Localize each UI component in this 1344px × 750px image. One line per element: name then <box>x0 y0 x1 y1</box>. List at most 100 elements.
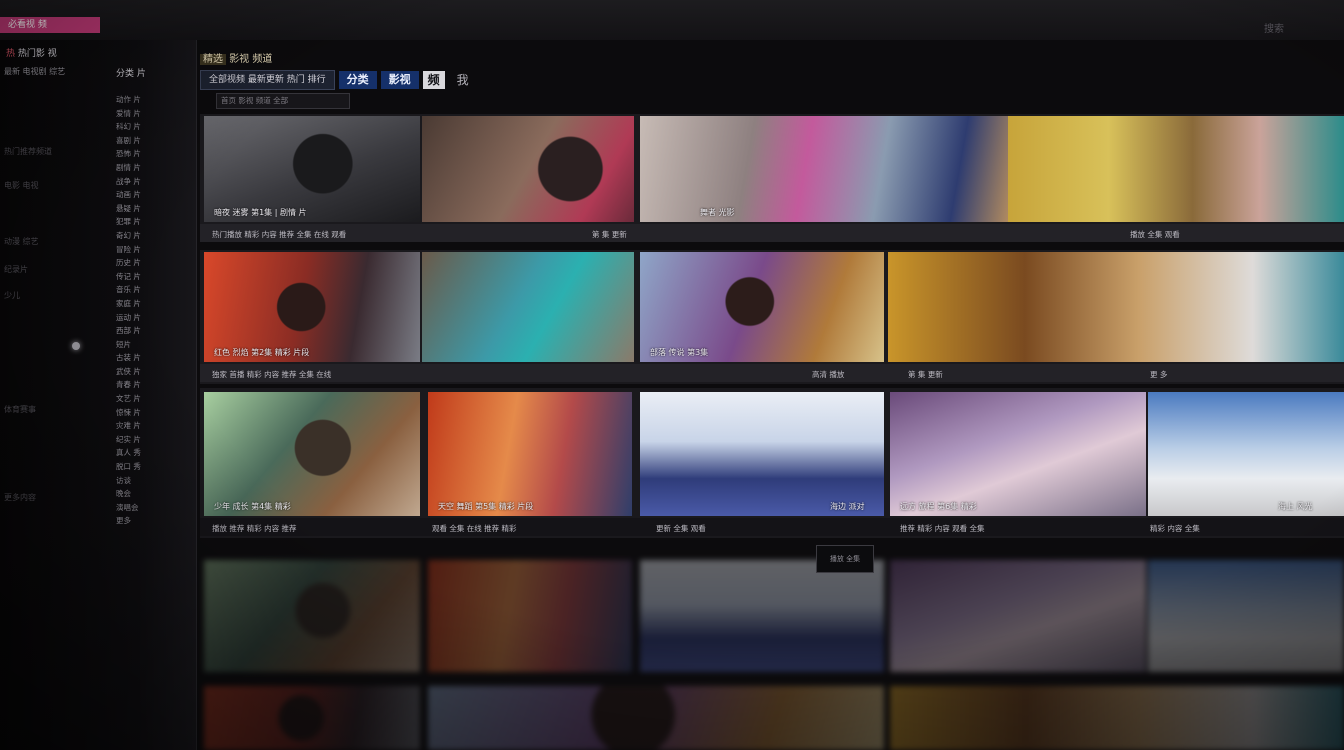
tab-category[interactable]: 分类 <box>338 71 377 89</box>
sidebar-left-text[interactable]: 更多内容 <box>4 492 36 503</box>
video-caption: 少年 成长 第4集 精彩 <box>214 502 291 511</box>
video-meta: 第 集 更新 <box>592 230 627 239</box>
sidebar-item[interactable]: 奇幻 片 <box>116 230 188 244</box>
video-thumbnail[interactable]: 远方 旅程 第6集 精彩 <box>890 392 1146 516</box>
video-row: 暗夜 迷雾 第1集 | 剧情 片 舞者 光影 热门播放 精彩 内容 推荐 全集 … <box>200 114 1344 242</box>
sidebar-item[interactable]: 音乐 片 <box>116 284 188 298</box>
tab-bar: 全部视频 最新更新 热门 排行 分类 影视 频 我 <box>200 70 481 90</box>
sidebar-item[interactable]: 剧情 片 <box>116 162 188 176</box>
page-title-text: 影视 频道 <box>229 54 273 65</box>
sidebar-item[interactable]: 灾难 片 <box>116 420 188 434</box>
active-indicator-dot <box>72 342 80 350</box>
sidebar-category-list: 分类 片动作 片爱情 片科幻 片喜剧 片恐怖 片剧情 片战争 片动画 片悬疑 片… <box>116 66 188 529</box>
sidebar-item[interactable]: 传记 片 <box>116 271 188 285</box>
sidebar-heading-mark: 热 <box>6 49 16 59</box>
video-meta: 推荐 精彩 内容 观看 全集 <box>900 524 985 533</box>
video-thumbnail[interactable] <box>1008 116 1344 222</box>
video-thumbnail[interactable]: 海上 风光 <box>1148 392 1344 516</box>
sidebar-item[interactable]: 演唱会 <box>116 502 188 516</box>
search-link[interactable]: 搜索 <box>1264 20 1284 35</box>
sidebar-item[interactable]: 分类 片 <box>116 66 188 94</box>
sidebar-item[interactable]: 家庭 片 <box>116 298 188 312</box>
sidebar-subheading[interactable]: 最新 电视剧 综艺 <box>0 66 65 77</box>
video-meta: 更 多 <box>1150 370 1168 379</box>
tab-movies[interactable]: 影视 <box>380 71 419 89</box>
sidebar-item[interactable]: 喜剧 片 <box>116 135 188 149</box>
video-thumbnail[interactable]: 少年 成长 第4集 精彩 <box>204 392 420 516</box>
reflection-tile <box>890 560 1146 672</box>
video-meta: 第 集 更新 <box>908 370 943 379</box>
video-thumbnail[interactable]: 部落 传说 第3集 <box>640 252 884 362</box>
tab-video[interactable]: 频 <box>422 71 445 89</box>
sidebar-item[interactable]: 历史 片 <box>116 257 188 271</box>
sidebar-item[interactable]: 短片 <box>116 339 188 353</box>
sidebar-item[interactable]: 战争 片 <box>116 176 188 190</box>
sidebar-left-text[interactable]: 动漫 综艺 <box>4 236 39 247</box>
sidebar-left-text[interactable]: 体育赛事 <box>4 404 36 415</box>
video-caption: 舞者 光影 <box>700 208 735 217</box>
sidebar-item[interactable]: 爱情 片 <box>116 108 188 122</box>
sidebar-item[interactable]: 武侠 片 <box>116 366 188 380</box>
sidebar-left-text[interactable]: 电影 电视 <box>4 180 39 191</box>
tab-mine[interactable]: 我 <box>449 71 477 89</box>
video-caption: 海边 派对 <box>830 502 865 511</box>
sidebar-left-text[interactable]: 热门推荐频道 <box>4 146 52 157</box>
sidebar-item[interactable]: 恐怖 片 <box>116 148 188 162</box>
sidebar: 热 热门影 视 最新 电视剧 综艺 热门推荐频道 电影 电视 动漫 综艺 纪录片… <box>0 40 197 750</box>
sidebar-item[interactable]: 文艺 片 <box>116 393 188 407</box>
video-caption: 红色 烈焰 第2集 精彩 片段 <box>214 348 310 357</box>
sidebar-item[interactable]: 运动 片 <box>116 312 188 326</box>
sidebar-left-text[interactable]: 少儿 <box>4 290 20 301</box>
sidebar-left-text[interactable]: 纪录片 <box>4 264 28 275</box>
sidebar-item[interactable]: 青春 片 <box>116 379 188 393</box>
sidebar-item[interactable]: 西部 片 <box>116 325 188 339</box>
sidebar-item[interactable]: 悬疑 片 <box>116 203 188 217</box>
video-row: 红色 烈焰 第2集 精彩 片段 部落 传说 第3集 独家 首播 精彩 内容 推荐… <box>200 250 1344 384</box>
sidebar-item[interactable]: 古装 片 <box>116 352 188 366</box>
row-meta-band: 独家 首播 精彩 内容 推荐 全集 在线 高清 播放 第 集 更新 更 多 <box>200 364 1344 382</box>
video-caption: 暗夜 迷雾 第1集 | 剧情 片 <box>214 208 307 217</box>
sidebar-item[interactable]: 更多 <box>116 515 188 529</box>
reflection-tile <box>1148 560 1344 672</box>
brand-logo[interactable]: 必看视 频 <box>0 17 100 33</box>
sidebar-item[interactable]: 真人 秀 <box>116 447 188 461</box>
sidebar-item[interactable]: 动画 片 <box>116 189 188 203</box>
video-thumbnail[interactable]: 暗夜 迷雾 第1集 | 剧情 片 <box>204 116 420 222</box>
video-meta: 播放 全集 观看 <box>1130 230 1180 239</box>
sidebar-item[interactable]: 晚会 <box>116 488 188 502</box>
top-bar: 必看视 频 搜索 <box>0 0 1344 40</box>
video-meta: 高清 播放 <box>812 370 845 379</box>
reflection-area <box>200 540 1344 750</box>
sidebar-heading: 热 热门影 视 <box>0 46 57 59</box>
video-thumbnail[interactable]: 天空 舞蹈 第5集 精彩 片段 <box>428 392 632 516</box>
sidebar-item[interactable]: 犯罪 片 <box>116 216 188 230</box>
tab-all[interactable]: 全部视频 最新更新 热门 排行 <box>200 70 335 90</box>
play-tooltip[interactable]: 播放 全集 <box>816 545 874 573</box>
video-thumbnail[interactable]: 海边 派对 <box>640 392 884 516</box>
sidebar-item[interactable]: 脱口 秀 <box>116 461 188 475</box>
video-meta: 热门播放 精彩 内容 推荐 全集 在线 观看 <box>212 230 347 239</box>
sidebar-item[interactable]: 纪实 片 <box>116 434 188 448</box>
video-thumbnail[interactable]: 红色 烈焰 第2集 精彩 片段 <box>204 252 420 362</box>
sidebar-item[interactable]: 访谈 <box>116 475 188 489</box>
video-caption: 天空 舞蹈 第5集 精彩 片段 <box>438 502 534 511</box>
video-thumbnail[interactable] <box>422 116 634 222</box>
row-meta-band: 播放 推荐 精彩 内容 推荐 观看 全集 在线 推荐 精彩 更新 全集 观看 推… <box>200 518 1344 536</box>
sidebar-heading-text: 热门影 视 <box>17 49 57 59</box>
sidebar-item[interactable]: 惊悚 片 <box>116 407 188 421</box>
sidebar-item[interactable]: 科幻 片 <box>116 121 188 135</box>
video-caption: 远方 旅程 第6集 精彩 <box>900 502 977 511</box>
video-meta: 播放 推荐 精彩 内容 推荐 <box>212 524 297 533</box>
reflection-tile <box>890 686 1344 750</box>
video-thumbnail[interactable] <box>422 252 634 362</box>
breadcrumb[interactable]: 首页 影视 频道 全部 <box>216 93 350 109</box>
page-title-highlight: 精选 <box>200 54 226 65</box>
sidebar-item[interactable]: 动作 片 <box>116 94 188 108</box>
video-thumbnail[interactable]: 舞者 光影 <box>640 116 1008 222</box>
sidebar-item[interactable]: 冒险 片 <box>116 244 188 258</box>
reflection-tile <box>428 560 632 672</box>
video-meta: 更新 全集 观看 <box>656 524 706 533</box>
video-thumbnail[interactable] <box>888 252 1344 362</box>
reflection-tile <box>428 686 884 750</box>
reflection-tile <box>204 686 420 750</box>
